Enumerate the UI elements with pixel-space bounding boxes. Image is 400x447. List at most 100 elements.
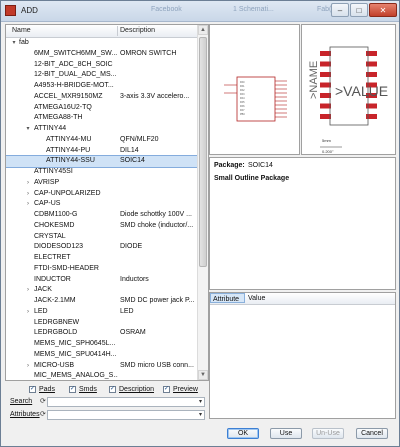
- checkbox-checked-icon: ✓: [163, 386, 170, 393]
- unuse-button[interactable]: Un-Use: [312, 428, 344, 439]
- tree-rows: ▾ fab 6MM_SWITCH6MM_SW... OMRON SWITCH 12-…: [6, 38, 199, 380]
- ok-button[interactable]: OK: [227, 428, 259, 439]
- attributes-history-icon[interactable]: ⟳: [40, 410, 46, 418]
- chevron-right-icon[interactable]: ›: [24, 285, 32, 296]
- tree-item-row[interactable]: JACK-2.1MM SMD DC power jack P...: [6, 296, 198, 307]
- chevron-down-icon[interactable]: ▾: [199, 411, 202, 418]
- tree-item-name: 12-BIT_DUAL_ADC_MS...: [34, 71, 117, 79]
- checkbox-checked-icon: ✓: [69, 386, 76, 393]
- tree-item-name: JACK-2.1MM: [34, 297, 76, 304]
- description-column-header[interactable]: Description: [120, 27, 155, 34]
- tree-item-row[interactable]: CRYSTAL: [6, 232, 198, 243]
- tree-item-name: CHOKESMD: [34, 221, 75, 229]
- tree-item-description: Inductors: [120, 275, 149, 283]
- tree-item-name: fab: [19, 39, 29, 46]
- cancel-button[interactable]: Cancel: [356, 428, 388, 439]
- tree-item-row[interactable]: LEDRGBOLD OSRAM: [6, 328, 198, 339]
- smds-checkbox[interactable]: ✓ Smds: [69, 386, 97, 393]
- tree-item-row[interactable]: ACCEL_MXR9150MZ 3-axis 3.3V accelero...: [6, 92, 198, 103]
- scroll-up-icon[interactable]: ▲: [198, 25, 208, 35]
- tree-item-row[interactable]: CDBM1100-G Diode schottky 100V ...: [6, 210, 198, 221]
- tree-item-row[interactable]: › MICRO-USB SMD micro USB conn...: [6, 361, 198, 372]
- tree-item-row[interactable]: MEMS_MIC_SPU0414H...: [6, 350, 198, 361]
- tree-item-row[interactable]: 6MM_SWITCH6MM_SW... OMRON SWITCH: [6, 49, 198, 60]
- chevron-right-icon[interactable]: ›: [24, 199, 32, 210]
- background-tab-title: Facebook: [151, 6, 182, 13]
- svg-text:PA0: PA0: [240, 81, 245, 84]
- use-button[interactable]: Use: [270, 428, 302, 439]
- window-title: ADD: [21, 6, 38, 15]
- tree-item-row[interactable]: MEMS_MIC_SPH0645L...: [6, 339, 198, 350]
- tree-item-row[interactable]: FTDI-SMD-HEADER: [6, 264, 198, 275]
- tree-item-row[interactable]: ATTINY45SI: [6, 167, 198, 178]
- package-preview[interactable]: >NAME >VALUE 5mm 0.200": [301, 24, 396, 155]
- tree-item-name: FTDI-SMD-HEADER: [34, 264, 99, 272]
- tree-item-name: ELECTRET: [34, 254, 71, 261]
- tree-item-row[interactable]: A4953-H-BRIDGE-MOT...: [6, 81, 198, 92]
- tree-item-row[interactable]: ATMEGA16U2-TQ: [6, 103, 198, 114]
- tree-item-name: LEDRGBNEW: [34, 318, 80, 326]
- tree-item-row[interactable]: INDUCTOR Inductors: [6, 275, 198, 286]
- package-info-panel: Package: SOIC14 Small Outline Package: [209, 157, 396, 290]
- tree-item-row[interactable]: ELECTRET: [6, 253, 198, 264]
- tree-item-row[interactable]: › AVRISP: [6, 178, 198, 189]
- attribute-column-header[interactable]: Attribute: [210, 293, 245, 303]
- attributes-table-header: Attribute Value: [210, 293, 395, 305]
- tree-item-name: ATMEGA88-TH: [34, 114, 83, 122]
- close-button[interactable]: ✕: [369, 3, 397, 17]
- description-checkbox[interactable]: ✓ Description: [109, 386, 154, 393]
- attributes-label: Attributes: [10, 411, 40, 418]
- tree-item-row[interactable]: ATTINY44-SSU SOIC14: [6, 155, 199, 168]
- chevron-down-icon[interactable]: ▾: [24, 124, 32, 135]
- tree-item-row[interactable]: ATMEGA88-TH: [6, 113, 198, 124]
- tree-item-row[interactable]: 12-BIT_ADC_8CH_SOIC: [6, 60, 198, 71]
- tree-item-row[interactable]: ATTINY44-MU QFN/MLF20: [6, 135, 198, 146]
- expand-toggle-icon[interactable]: ▾: [10, 38, 18, 49]
- tree-scrollbar[interactable]: ▲ ▼: [197, 25, 208, 380]
- attributes-table[interactable]: Attribute Value: [209, 292, 396, 419]
- minimize-button[interactable]: –: [331, 3, 349, 17]
- tree-item-row[interactable]: 12-BIT_DUAL_ADC_MS...: [6, 70, 198, 81]
- value-column-header[interactable]: Value: [248, 295, 265, 302]
- column-divider[interactable]: [117, 26, 118, 36]
- tree-item-row[interactable]: LEDRGBNEW: [6, 318, 198, 329]
- chevron-right-icon[interactable]: ›: [24, 361, 32, 372]
- tree-item-row[interactable]: CHOKESMD SMD choke (inductor/...: [6, 221, 198, 232]
- scroll-down-icon[interactable]: ▼: [198, 370, 208, 380]
- attributes-input[interactable]: ▾: [47, 410, 205, 420]
- tree-item-row[interactable]: ▾ ATTINY44: [6, 124, 198, 135]
- smd-pad: [320, 51, 331, 56]
- tree-item-name: ATTINY44-SSU: [46, 157, 95, 165]
- library-tree[interactable]: Name Description ▾ fab 6MM_SWITCH6MM_SW.…: [5, 24, 209, 381]
- svg-text:PA7: PA7: [240, 109, 245, 112]
- chevron-right-icon[interactable]: ›: [24, 307, 32, 318]
- preview-checkbox[interactable]: ✓ Preview: [163, 386, 198, 393]
- close-icon: ✕: [379, 5, 387, 15]
- chevron-right-icon[interactable]: ›: [24, 189, 32, 200]
- smd-pad: [320, 82, 331, 88]
- maximize-button[interactable]: □: [350, 3, 368, 17]
- tree-item-name: CDBM1100-G: [34, 211, 78, 218]
- tree-item-row[interactable]: DIODESOD123 DIODE: [6, 242, 198, 253]
- tree-item-name: DIODESOD123: [34, 243, 84, 251]
- tree-item-row[interactable]: MIC_MEMS_ANALOG_S...: [6, 371, 198, 380]
- pads-checkbox[interactable]: ✓ Pads: [29, 386, 55, 393]
- smd-pad: [320, 103, 331, 109]
- chevron-right-icon[interactable]: ›: [24, 178, 32, 189]
- symbol-preview[interactable]: PA0 PA1 PA2 PA3 PA4 PA5 PA6 PA7 PB0: [209, 24, 300, 155]
- name-column-header[interactable]: Name: [12, 27, 31, 34]
- tree-root-fab[interactable]: ▾ fab: [6, 38, 198, 49]
- eagle-app-icon: [5, 5, 16, 16]
- tree-item-row[interactable]: › CAP-US: [6, 199, 198, 210]
- chevron-down-icon[interactable]: ▾: [199, 398, 202, 405]
- tree-item-description: 3-axis 3.3V accelero...: [120, 92, 190, 100]
- search-history-icon[interactable]: ⟳: [40, 397, 46, 405]
- svg-text:PA5: PA5: [240, 101, 245, 104]
- scroll-thumb[interactable]: [199, 37, 207, 267]
- tree-item-description: DIODE: [120, 243, 143, 251]
- tree-item-row[interactable]: › LED LED: [6, 307, 198, 318]
- search-input[interactable]: ▾: [47, 397, 205, 407]
- tree-item-row[interactable]: › CAP-UNPOLARIZED: [6, 189, 198, 200]
- tree-item-row[interactable]: › JACK: [6, 285, 198, 296]
- tree-item-row[interactable]: ATTINY44-PU DIL14: [6, 146, 198, 157]
